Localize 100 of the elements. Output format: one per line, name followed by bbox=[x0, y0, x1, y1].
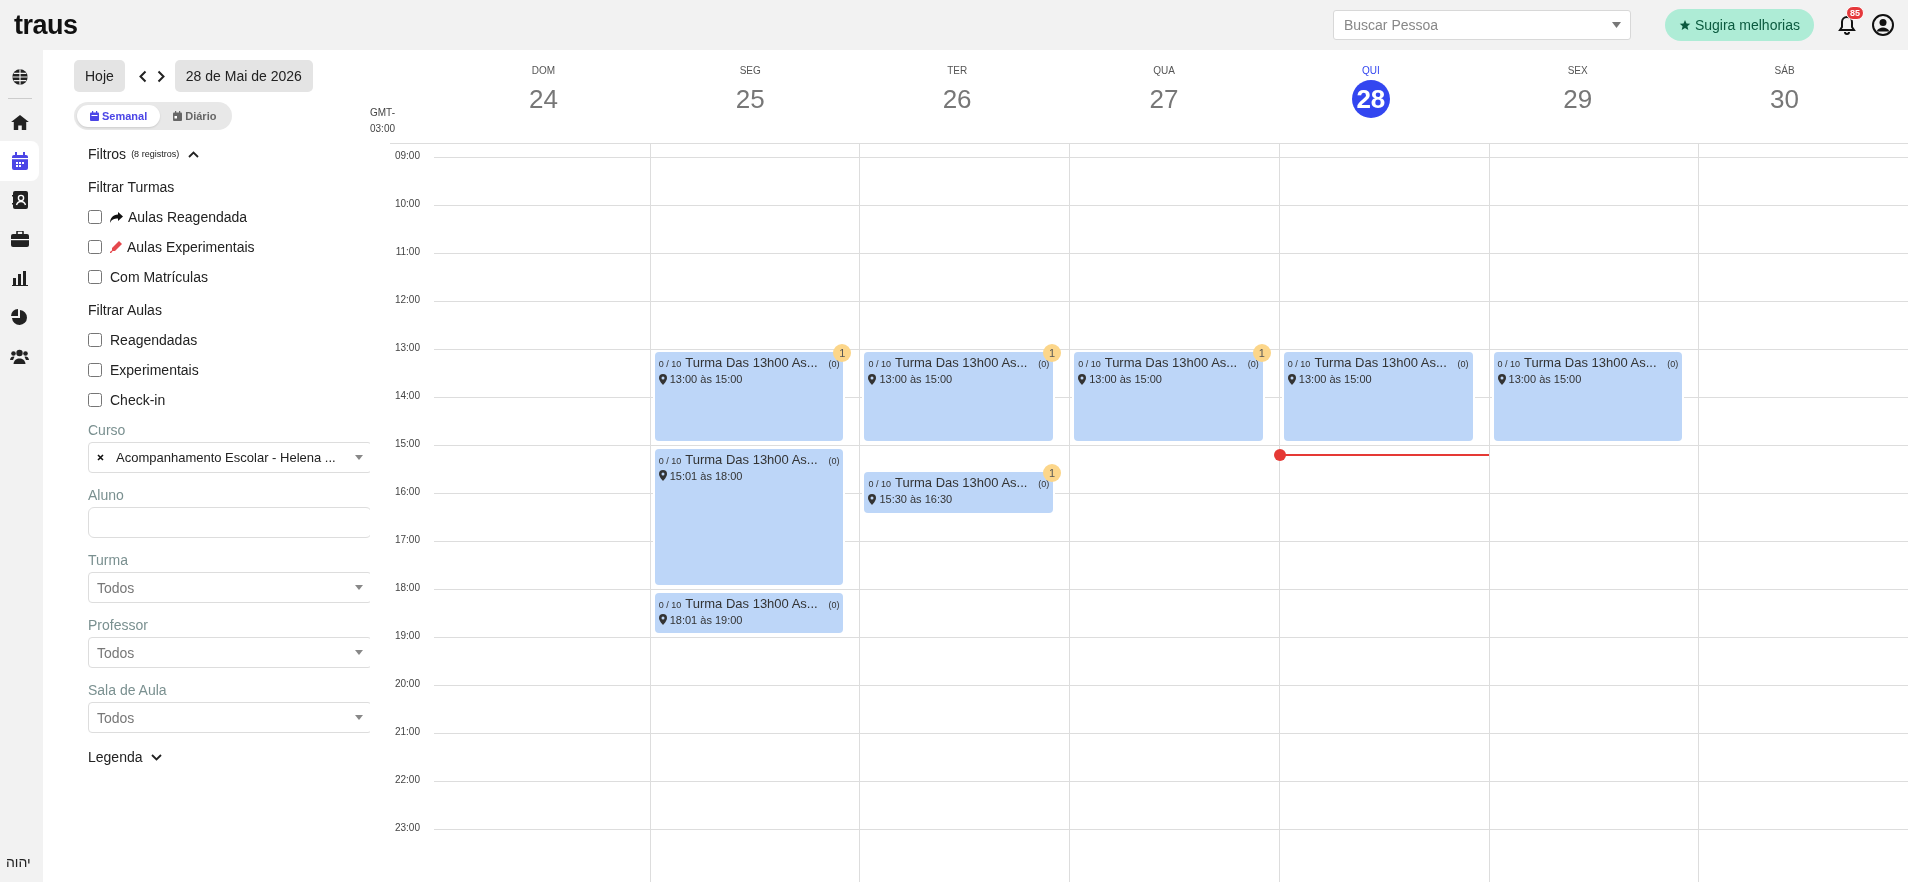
checkbox[interactable] bbox=[88, 333, 102, 347]
checkbox[interactable] bbox=[88, 270, 102, 284]
filters-title[interactable]: Filtros bbox=[88, 146, 127, 162]
weekday-label: SÁB bbox=[1774, 65, 1795, 76]
weekday-label: QUA bbox=[1153, 65, 1175, 76]
checkbox[interactable] bbox=[88, 363, 102, 377]
bar-chart-icon bbox=[11, 270, 28, 286]
hour-label: 18:00 bbox=[394, 582, 420, 593]
date-number[interactable]: 27 bbox=[1145, 80, 1183, 118]
class-event[interactable]: 0 / 10 Turma Das 13h00 As... (0) 13:00 às 15:00 bbox=[1283, 352, 1473, 441]
star-icon bbox=[1678, 19, 1691, 31]
attendee-count: (0) bbox=[828, 599, 840, 610]
hour-label: 21:00 bbox=[394, 726, 420, 737]
capacity-text: 0 / 10 bbox=[658, 359, 682, 369]
event-title: Turma Das 13h00 As... bbox=[685, 355, 818, 370]
field-label: Curso bbox=[88, 422, 126, 438]
attendee-count: (0) bbox=[1038, 359, 1050, 369]
checkbox[interactable] bbox=[88, 210, 102, 224]
share-arrow-icon bbox=[110, 211, 123, 223]
location-pin-icon bbox=[658, 470, 667, 482]
date-number[interactable]: 28 bbox=[1351, 80, 1390, 118]
home-icon bbox=[10, 114, 29, 130]
field-label: Professor bbox=[88, 617, 148, 633]
hour-label: 09:00 bbox=[394, 150, 420, 161]
event-time: 15:30 às 16:30 bbox=[879, 493, 953, 505]
date-number[interactable]: 26 bbox=[938, 80, 977, 118]
class-event[interactable]: 0 / 10 Turma Das 13h00 As... (0) 13:00 às 15:00 bbox=[1493, 352, 1683, 441]
user-avatar-icon[interactable] bbox=[1872, 14, 1894, 36]
location-pin-icon bbox=[658, 614, 667, 626]
attendee-count: (0) bbox=[1247, 359, 1259, 369]
date-button[interactable]: 28 de Mai de 2026 bbox=[174, 60, 313, 92]
weekday-label: QUI bbox=[1361, 65, 1380, 76]
hour-label: 15:00 bbox=[394, 438, 420, 449]
attendee-count: (0) bbox=[1667, 359, 1679, 369]
clear-icon[interactable] bbox=[97, 454, 104, 461]
view-tab[interactable]: Semanal bbox=[77, 105, 161, 127]
previous-icon[interactable] bbox=[138, 69, 147, 83]
checkbox-label: Com Matrículas bbox=[110, 269, 209, 285]
chevron-down-icon[interactable] bbox=[150, 753, 162, 761]
class-event[interactable]: 0 / 10 Turma Das 13h00 As... (0) 15:01 às 18:00 bbox=[654, 448, 844, 585]
next-icon[interactable] bbox=[156, 69, 165, 83]
field-label: Turma bbox=[88, 552, 128, 568]
weekday-label: TER bbox=[947, 65, 968, 76]
attendee-count: (0) bbox=[828, 359, 840, 369]
nav-item[interactable] bbox=[0, 141, 39, 181]
suggest-button[interactable]: Sugira melhorias bbox=[1664, 9, 1814, 41]
calendar-icon bbox=[90, 111, 99, 121]
checkbox[interactable] bbox=[88, 393, 102, 407]
footer-text: יהוה bbox=[6, 854, 31, 870]
attendee-count: (0) bbox=[1038, 479, 1050, 489]
today-button[interactable]: Hoje bbox=[74, 60, 125, 92]
attendee-count: (0) bbox=[828, 455, 840, 466]
capacity-text: 0 / 10 bbox=[1497, 359, 1521, 369]
capacity-text: 0 / 10 bbox=[1078, 359, 1101, 369]
weekday-label: SEX bbox=[1567, 65, 1588, 76]
date-number[interactable]: 29 bbox=[1558, 80, 1597, 118]
event-title: Turma Das 13h00 As... bbox=[894, 475, 1028, 490]
hour-label: 19:00 bbox=[394, 630, 420, 641]
field-label: Sala de Aula bbox=[88, 682, 167, 698]
checkbox[interactable] bbox=[88, 240, 102, 254]
date-number[interactable]: 25 bbox=[731, 80, 770, 118]
input-field[interactable] bbox=[88, 507, 372, 538]
caret-icon bbox=[1611, 22, 1621, 28]
weekday-label: SEG bbox=[739, 65, 761, 76]
event-time: 13:00 às 15:00 bbox=[1508, 373, 1582, 385]
weekday-label: DOM bbox=[531, 65, 556, 76]
capacity-text: 0 / 10 bbox=[1287, 359, 1311, 369]
filter-group-title: Filtrar Aulas bbox=[88, 302, 162, 318]
caret-icon bbox=[355, 455, 363, 460]
records-count: (8 registros) bbox=[131, 149, 180, 159]
view-tab[interactable]: Diário bbox=[160, 105, 230, 127]
caret-icon bbox=[355, 715, 363, 720]
users-icon bbox=[10, 348, 29, 364]
location-pin-icon bbox=[1287, 373, 1296, 385]
class-event[interactable]: 0 / 10 Turma Das 13h00 As... (0) 18:01 às 19:00 bbox=[654, 592, 844, 633]
chevron-up-icon[interactable] bbox=[188, 150, 200, 158]
hour-label: 22:00 bbox=[394, 774, 420, 785]
bell-icon[interactable] bbox=[1838, 15, 1856, 35]
hour-label: 10:00 bbox=[394, 198, 420, 209]
briefcase-icon bbox=[10, 231, 29, 247]
capacity-text: 0 / 10 bbox=[658, 599, 682, 610]
legend-title[interactable]: Legenda bbox=[88, 749, 143, 765]
checkbox-label: Experimentais bbox=[110, 362, 199, 378]
calendar-icon bbox=[11, 152, 28, 170]
search-field[interactable]: Buscar Pessoa bbox=[1332, 10, 1631, 40]
brand-logo: traus bbox=[14, 9, 78, 41]
location-pin-icon bbox=[658, 373, 667, 385]
location-pin-icon bbox=[868, 373, 877, 385]
hour-label: 20:00 bbox=[394, 678, 420, 689]
caret-icon bbox=[355, 585, 363, 590]
checkbox-label: Aulas Experimentais bbox=[127, 239, 255, 255]
location-pin-icon bbox=[868, 493, 877, 505]
event-title: Turma Das 13h00 As... bbox=[894, 355, 1028, 370]
hour-label: 14:00 bbox=[394, 390, 420, 401]
event-title: Turma Das 13h00 As... bbox=[685, 595, 818, 611]
hour-label: 11:00 bbox=[395, 246, 420, 257]
date-number[interactable]: 24 bbox=[524, 80, 563, 118]
checkbox-label: Reagendadas bbox=[110, 332, 198, 348]
contact-book-icon bbox=[11, 191, 28, 209]
date-number[interactable]: 30 bbox=[1765, 80, 1804, 118]
